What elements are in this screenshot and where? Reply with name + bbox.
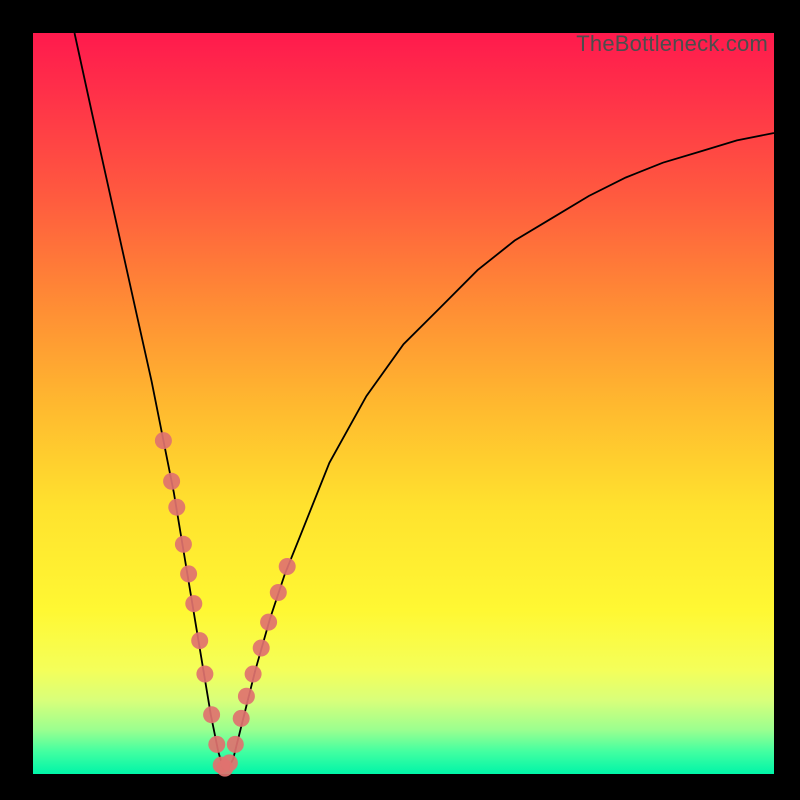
highlight-dot xyxy=(208,736,225,753)
highlight-dot xyxy=(180,565,197,582)
highlight-dot xyxy=(245,666,262,683)
highlight-dot xyxy=(175,536,192,553)
highlight-dot xyxy=(155,432,172,449)
highlight-dot xyxy=(260,614,277,631)
chart-frame: TheBottleneck.com xyxy=(0,0,800,800)
chart-overlay-svg xyxy=(0,0,800,800)
highlight-dot xyxy=(253,640,270,657)
bottleneck-curve xyxy=(75,33,775,769)
highlight-dot xyxy=(196,666,213,683)
highlight-dot xyxy=(163,473,180,490)
highlight-dot xyxy=(233,710,250,727)
highlight-dot xyxy=(221,754,238,771)
highlight-dot xyxy=(279,558,296,575)
highlight-dot xyxy=(185,595,202,612)
highlight-dot xyxy=(191,632,208,649)
highlight-dot xyxy=(238,688,255,705)
highlight-dot xyxy=(168,499,185,516)
highlight-dot xyxy=(270,584,287,601)
highlight-dot xyxy=(203,706,220,723)
highlight-dot xyxy=(227,736,244,753)
